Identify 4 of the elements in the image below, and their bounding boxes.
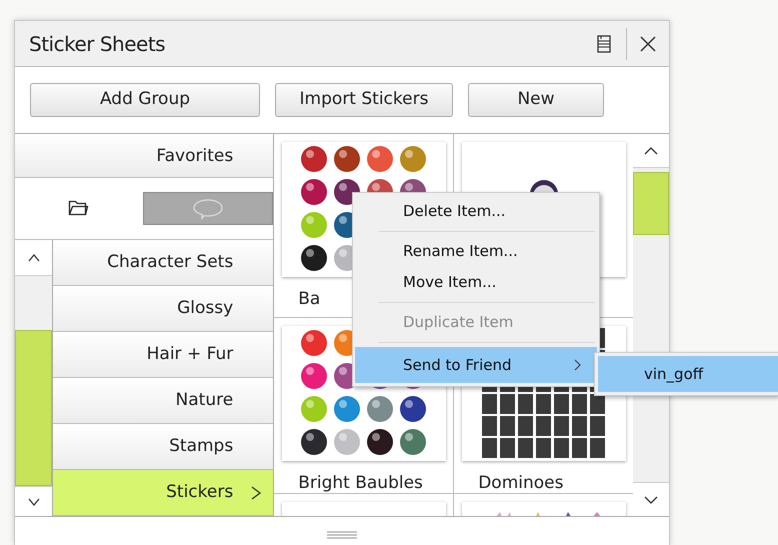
window-title: Sticker Sheets <box>29 30 166 58</box>
sheet-label: Bright Baubles <box>297 472 423 493</box>
sheet-label: Dominoes <box>477 472 564 493</box>
sheet-label: Ba <box>297 288 320 311</box>
